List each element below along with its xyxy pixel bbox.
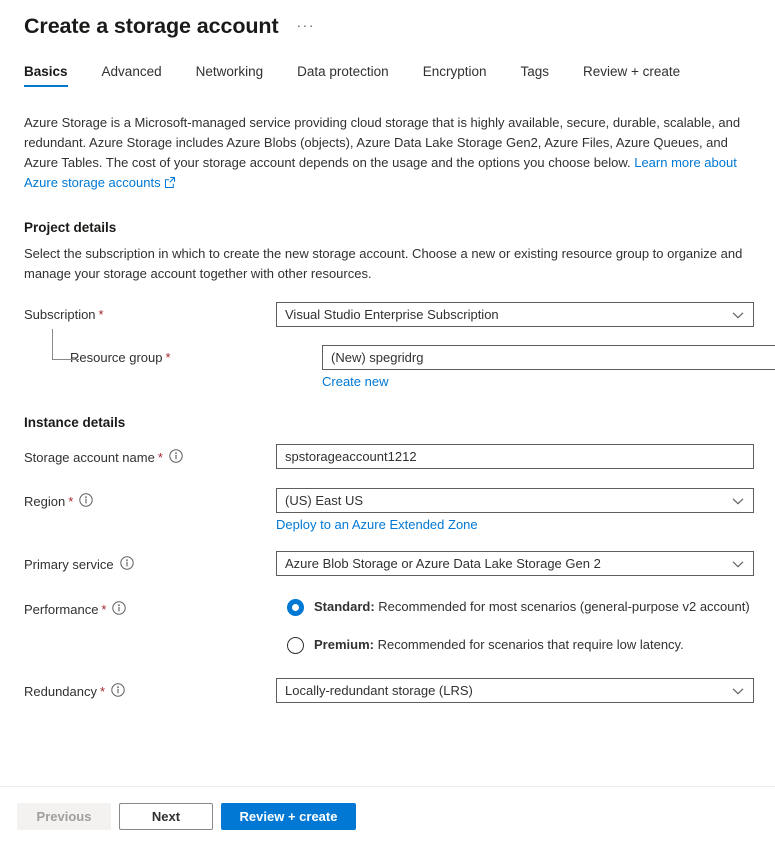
radio-option-premium[interactable]: Premium: Recommended for scenarios that …	[287, 636, 751, 654]
page-title: Create a storage account	[24, 14, 279, 38]
storage-account-name-label-text: Storage account name	[24, 449, 155, 465]
radio-standard-description: Recommended for most scenarios (general-…	[374, 599, 750, 614]
subscription-required-asterisk: *	[98, 307, 104, 322]
performance-label: Performance *	[24, 598, 276, 619]
primary-service-field: Azure Blob Storage or Azure Data Lake St…	[276, 551, 754, 576]
subscription-label-text: Subscription	[24, 307, 96, 322]
main-content: Azure Storage is a Microsoft-managed ser…	[0, 113, 775, 703]
row-region: Region * (US) East US Deploy to an Azure …	[24, 488, 754, 532]
page-header: Create a storage account ···	[0, 0, 775, 40]
instance-details-form: Storage account name * spstorageaccount12…	[24, 444, 754, 703]
redundancy-required-asterisk: *	[100, 683, 106, 699]
subscription-select[interactable]: Visual Studio Enterprise Subscription	[276, 302, 754, 327]
row-storage-account-name: Storage account name * spstorageaccount12…	[24, 444, 754, 469]
chevron-down-icon	[732, 493, 744, 508]
radio-premium-name: Premium:	[314, 637, 374, 652]
primary-service-label-text: Primary service	[24, 556, 114, 572]
subscription-value: Visual Studio Enterprise Subscription	[285, 307, 499, 322]
storage-account-name-label: Storage account name *	[24, 444, 276, 467]
redundancy-label: Redundancy *	[24, 678, 276, 701]
region-required-asterisk: *	[68, 493, 74, 509]
primary-service-select[interactable]: Azure Blob Storage or Azure Data Lake St…	[276, 551, 754, 576]
resource-group-label-text: Resource group	[70, 350, 163, 365]
intro-paragraph: Azure Storage is a Microsoft-managed ser…	[24, 113, 751, 194]
primary-service-value: Azure Blob Storage or Azure Data Lake St…	[285, 556, 601, 571]
chevron-down-icon	[732, 556, 744, 571]
radio-premium-description: Recommended for scenarios that require l…	[373, 637, 684, 652]
info-icon[interactable]	[112, 601, 127, 620]
radio-standard-name: Standard:	[314, 599, 375, 614]
performance-required-asterisk: *	[101, 601, 107, 617]
radio-premium-label: Premium: Recommended for scenarios that …	[314, 636, 684, 654]
region-value: (US) East US	[285, 493, 364, 508]
row-performance: Performance * Standard: Recommended for m…	[24, 598, 751, 654]
subscription-label: Subscription *	[24, 302, 276, 324]
redundancy-value: Locally-redundant storage (LRS)	[285, 683, 473, 698]
previous-button[interactable]: Previous	[17, 802, 111, 830]
radio-standard-label: Standard: Recommended for most scenarios…	[314, 598, 750, 616]
chevron-down-icon	[732, 307, 744, 322]
redundancy-field: Locally-redundant storage (LRS)	[276, 678, 754, 703]
info-icon[interactable]	[79, 493, 93, 512]
performance-label-text: Performance	[24, 601, 99, 617]
storage-account-name-required-asterisk: *	[157, 449, 163, 465]
resource-group-select[interactable]: (New) spegridrg	[322, 345, 775, 370]
tab-basics[interactable]: Basics	[24, 60, 68, 87]
resource-group-field: (New) spegridrg Create new	[322, 345, 775, 389]
tab-networking[interactable]: Networking	[196, 60, 264, 87]
region-select[interactable]: (US) East US	[276, 488, 754, 513]
resource-group-required-asterisk: *	[165, 350, 171, 365]
more-options-icon[interactable]: ···	[297, 17, 316, 33]
row-primary-service: Primary service Azure Blob Storage or Az…	[24, 551, 754, 576]
region-label-text: Region	[24, 493, 66, 509]
tab-bar: Basics Advanced Networking Data protecti…	[0, 60, 775, 87]
resource-group-label: Resource group *	[24, 345, 322, 367]
tab-encryption[interactable]: Encryption	[423, 60, 487, 87]
row-resource-group: Resource group * (New) spegridrg Create n…	[24, 329, 775, 389]
tab-review-create[interactable]: Review + create	[583, 60, 680, 87]
instance-details-title: Instance details	[24, 415, 126, 430]
chevron-down-icon	[732, 683, 744, 698]
tab-advanced[interactable]: Advanced	[102, 60, 162, 87]
tab-tags[interactable]: Tags	[520, 60, 549, 87]
row-subscription: Subscription * Visual Studio Enterprise S…	[24, 302, 754, 327]
performance-field: Standard: Recommended for most scenarios…	[276, 598, 751, 654]
primary-service-label: Primary service	[24, 551, 276, 574]
radio-premium-icon[interactable]	[287, 636, 304, 654]
storage-account-name-input[interactable]: spstorageaccount1212	[276, 444, 754, 469]
footer-bar: Previous Next Review + create	[0, 786, 775, 845]
project-details-description: Select the subscription in which to crea…	[24, 246, 743, 281]
create-new-resource-group-link[interactable]: Create new	[322, 374, 388, 389]
tab-data-protection[interactable]: Data protection	[297, 60, 389, 87]
radio-option-standard[interactable]: Standard: Recommended for most scenarios…	[287, 598, 751, 616]
info-icon[interactable]	[111, 683, 125, 702]
next-button[interactable]: Next	[119, 802, 213, 830]
info-icon[interactable]	[119, 556, 134, 575]
project-details-title: Project details	[24, 220, 117, 235]
region-label: Region *	[24, 488, 276, 511]
storage-account-name-field: spstorageaccount1212	[276, 444, 754, 469]
deploy-extended-zone-link[interactable]: Deploy to an Azure Extended Zone	[276, 517, 478, 532]
storage-account-name-value: spstorageaccount1212	[285, 449, 417, 464]
review-create-button[interactable]: Review + create	[221, 802, 356, 830]
resource-group-value: (New) spegridrg	[331, 350, 424, 365]
subscription-field: Visual Studio Enterprise Subscription	[276, 302, 754, 327]
redundancy-select[interactable]: Locally-redundant storage (LRS)	[276, 678, 754, 703]
row-redundancy: Redundancy * Locally-redundant storage (L…	[24, 678, 754, 703]
intro-text: Azure Storage is a Microsoft-managed ser…	[24, 115, 741, 170]
external-link-icon	[164, 174, 175, 194]
project-details-form: Subscription * Visual Studio Enterprise S…	[24, 302, 775, 389]
radio-standard-icon[interactable]	[287, 598, 304, 616]
info-icon[interactable]	[169, 449, 183, 468]
redundancy-label-text: Redundancy	[24, 683, 97, 699]
region-field: (US) East US Deploy to an Azure Extended…	[276, 488, 754, 532]
